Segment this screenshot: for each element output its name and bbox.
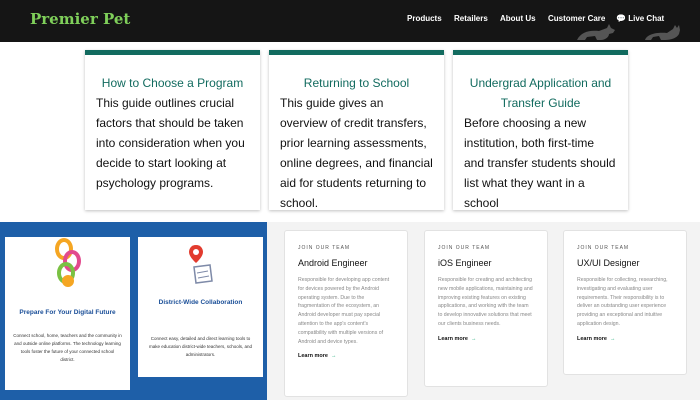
feature-title: Prepare For Your Digital Future (19, 309, 116, 316)
job-description: Responsible for collecting, researching,… (577, 277, 668, 327)
brand-logo[interactable]: Premier Pet (30, 10, 130, 28)
job-card-android-engineer[interactable]: JOIN OUR TEAM Android Engineer Responsib… (284, 230, 408, 397)
careers-section: JOIN OUR TEAM Android Engineer Responsib… (267, 222, 700, 400)
job-title: iOS Engineer (438, 258, 492, 268)
learn-more-label: Learn more (438, 335, 468, 342)
guide-description: This guide gives an overview of credit t… (280, 96, 433, 210)
arrow-right-icon: → (470, 335, 477, 342)
learn-more-link[interactable]: Learn more → (438, 336, 534, 342)
feature-panel: Prepare For Your Digital Future Connect … (0, 222, 267, 400)
job-description: Responsible for developing app content f… (298, 277, 390, 345)
arrow-right-icon: → (609, 335, 616, 342)
chain-links-icon (55, 238, 81, 287)
pet-silhouettes-icon (577, 24, 680, 40)
job-description: Responsible for creating and architectin… (438, 277, 533, 327)
guide-card-transfer-guide[interactable]: Undergrad Application and Transfer Guide… (453, 50, 628, 210)
learn-more-label: Learn more (298, 353, 328, 360)
feature-description: Connect easy, detailed and direct learni… (148, 336, 253, 357)
job-title: UX/UI Designer (577, 258, 640, 268)
feature-card-digital-future[interactable]: Prepare For Your Digital Future Connect … (5, 237, 130, 390)
guide-title[interactable]: Returning to School (269, 73, 444, 93)
job-card-ios-engineer[interactable]: JOIN OUR TEAM iOS Engineer Responsible f… (424, 230, 548, 387)
feature-description: Connect school, home, teachers and the c… (13, 333, 122, 362)
guide-card-returning-to-school[interactable]: Returning to School This guide gives an … (269, 50, 444, 210)
guide-description: Before choosing a new institution, both … (464, 116, 616, 210)
map-pin-icon (189, 245, 213, 284)
guide-title[interactable]: Undergrad Application and Transfer Guide (453, 73, 628, 113)
top-navigation-bar: Premier Pet Products Retailers About Us … (0, 0, 700, 42)
guide-card-choose-program[interactable]: How to Choose a Program This guide outli… (85, 50, 260, 210)
job-title: Android Engineer (298, 258, 368, 268)
guide-description: This guide outlines crucial factors that… (96, 96, 245, 190)
job-tag: JOIN OUR TEAM (298, 245, 351, 251)
learn-more-link[interactable]: Learn more → (577, 336, 673, 342)
feature-card-collaboration[interactable]: District-Wide Collaboration Connect easy… (138, 237, 263, 377)
nav-link-products[interactable]: Products (407, 14, 442, 23)
learn-more-label: Learn more (577, 335, 607, 342)
job-card-ux-ui-designer[interactable]: JOIN OUR TEAM UX/UI Designer Responsible… (563, 230, 687, 375)
nav-link-about-us[interactable]: About Us (500, 14, 536, 23)
feature-title: District-Wide Collaboration (158, 299, 243, 306)
arrow-right-icon: → (330, 353, 337, 360)
nav-link-retailers[interactable]: Retailers (454, 14, 488, 23)
job-tag: JOIN OUR TEAM (438, 245, 491, 251)
job-tag: JOIN OUR TEAM (577, 245, 630, 251)
guide-title[interactable]: How to Choose a Program (85, 73, 260, 93)
learn-more-link[interactable]: Learn more → (298, 353, 394, 359)
